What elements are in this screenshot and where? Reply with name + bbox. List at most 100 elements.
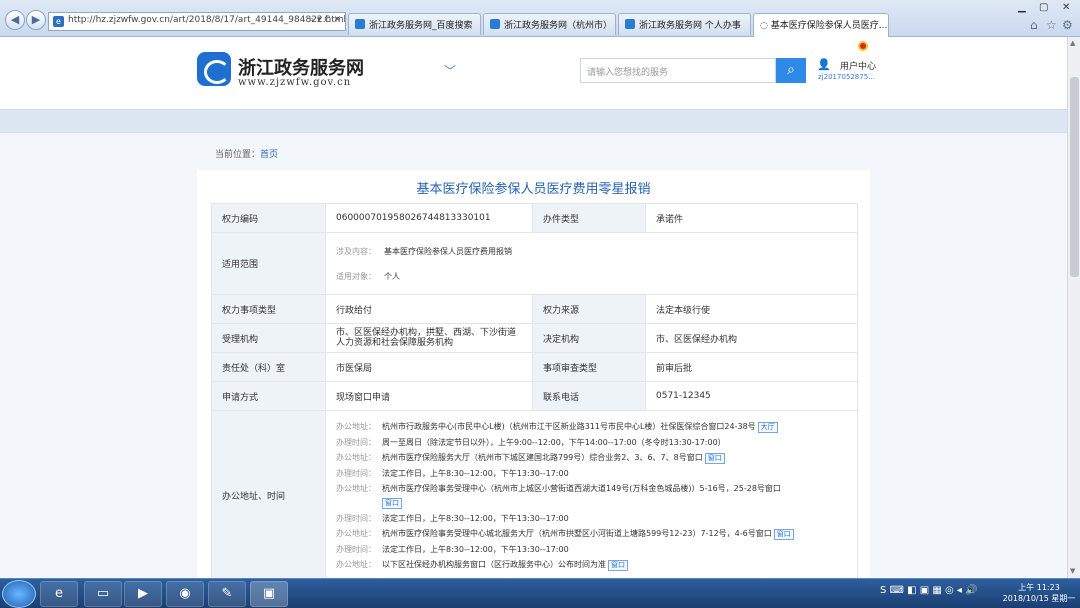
user-id[interactable]: zj2017052875… bbox=[818, 73, 875, 81]
table-row: 申请方式 现场窗口申请 联系电话 0571-12345 bbox=[211, 381, 858, 411]
clock[interactable]: 上午 11:23 2018/10/15 星期一 bbox=[1000, 582, 1078, 604]
office-map-button[interactable]: 窗口 bbox=[608, 560, 628, 571]
office-addr-key: 办公地址： bbox=[336, 560, 376, 569]
site-logo-icon[interactable] bbox=[197, 52, 231, 86]
cell-label: 联系电话 bbox=[532, 381, 646, 411]
office-addr-key: 办公地址： bbox=[336, 529, 376, 538]
office-time: 周一至周日（除法定节日以外），上午9:00--12:00，下午14:00--17… bbox=[382, 438, 726, 447]
tab-personal[interactable]: 浙江政务服务网 个人办事 bbox=[618, 13, 751, 35]
office-map-button[interactable]: 窗口 bbox=[773, 529, 794, 540]
nav-band bbox=[0, 109, 1067, 133]
tab-favicon-icon bbox=[490, 19, 500, 29]
table-row: 适用范围 涉及内容： 基本医疗保险参保人员医疗费用报销 适用对象： 个人 bbox=[211, 232, 858, 295]
address-bar[interactable]: e http://hz.zjzwfw.gov.cn/art/2018/8/17/a… bbox=[48, 12, 346, 31]
ie-taskbar-icon[interactable]: e bbox=[40, 581, 78, 607]
table-row: 权力编码 060000701958026744813330101 办件类型 承诺… bbox=[211, 203, 858, 233]
tool-taskbar-icon[interactable]: ✎ bbox=[208, 581, 246, 607]
cell-label: 权力来源 bbox=[532, 294, 646, 324]
clock-time: 上午 11:23 bbox=[1018, 583, 1060, 592]
search-button[interactable]: ⌕ bbox=[776, 58, 806, 83]
tab-favicon-icon bbox=[625, 19, 635, 29]
cell-label: 权力编码 bbox=[211, 203, 326, 233]
window-close-icon[interactable]: ✕ bbox=[1062, 2, 1070, 13]
back-icon[interactable]: ◀ bbox=[5, 10, 25, 30]
office-addr-key: 办公地址： bbox=[336, 422, 376, 431]
office-time-key: 办理时间： bbox=[336, 469, 376, 478]
breadcrumb-prefix: 当前位置： bbox=[215, 150, 261, 160]
browser-chrome: ◀ ▶ e http://hz.zjzwfw.gov.cn/art/2018/8/… bbox=[0, 0, 1080, 37]
forward-icon[interactable]: ▶ bbox=[26, 10, 46, 30]
scope-cell: 涉及内容： 基本医疗保险参保人员医疗费用报销 适用对象： 个人 bbox=[325, 232, 858, 295]
tab-hangzhou[interactable]: 浙江政务服务网（杭州市） bbox=[483, 13, 616, 35]
breadcrumb: 当前位置：首页 bbox=[215, 147, 278, 160]
office-address: 杭州市行政服务中心(市民中心L楼)（杭州市江干区新业路311号市民中心L楼）社保… bbox=[382, 422, 756, 431]
office-time: 法定工作日，上午8:30--12:00，下午13:30--17:00 bbox=[382, 545, 569, 554]
office-address: 杭州市医疗保险服务大厅（杭州市下城区建国北路799号）综合业务2、3、6、7、8… bbox=[382, 453, 703, 462]
cell-value: 市医保局 bbox=[325, 352, 533, 382]
table-row: 权力事项类型 行政给付 权力来源 法定本级行使 bbox=[211, 294, 858, 324]
office-map-button[interactable]: 窗口 bbox=[382, 498, 402, 509]
cell-label: 申请方式 bbox=[211, 381, 326, 411]
cell-value: 060000701958026744813330101 bbox=[325, 203, 533, 233]
tab-baidu[interactable]: 浙江政务服务网_百度搜索 bbox=[348, 13, 481, 35]
scope-target-key: 适用对象： bbox=[336, 271, 376, 281]
scroll-up-icon[interactable]: ▲ bbox=[1070, 39, 1075, 47]
system-tray[interactable]: S ⌨ ◧ ▣ ▦ ◎ ◂ 🔊 bbox=[880, 585, 978, 596]
scope-content-value: 基本医疗保险参保人员医疗费用报销 bbox=[384, 246, 512, 256]
home-icon[interactable]: ⌂ bbox=[1030, 18, 1038, 32]
cell-value: 法定本级行使 bbox=[645, 294, 858, 324]
office-map-button[interactable]: 大厅 bbox=[757, 422, 778, 433]
scrollbar-thumb[interactable] bbox=[1070, 77, 1079, 277]
detail-card: 基本医疗保险参保人员医疗费用零星报销 权力编码 0600007019580267… bbox=[197, 170, 870, 578]
loading-icon: ◌ bbox=[760, 21, 771, 31]
cell-label: 办公地址、时间 bbox=[211, 410, 326, 578]
cell-value: 承诺件 bbox=[645, 203, 858, 233]
cell-label: 办件类型 bbox=[532, 203, 646, 233]
tab-current[interactable]: ◌ 基本医疗保险参保人员医疗...✕ bbox=[753, 13, 889, 37]
office-addr-key: 办公地址： bbox=[336, 453, 376, 462]
cell-value: 现场窗口申请 bbox=[325, 381, 533, 411]
cell-label: 适用范围 bbox=[211, 232, 326, 295]
tab-favicon-icon bbox=[355, 19, 365, 29]
minimize-icon[interactable]: ▁ bbox=[1018, 2, 1026, 13]
taskbar: e ▭ ▶ ◉ ✎ ▣ S ⌨ ◧ ▣ ▦ ◎ ◂ 🔊 上午 11:23 201… bbox=[0, 578, 1080, 608]
table-row: 受理机构 市、区医保经办机构，拱墅、西湖、下沙街道人力资源和社会保障服务机构 决… bbox=[211, 323, 858, 353]
office-addr-key: 办公地址： bbox=[336, 484, 376, 493]
office-address: 杭州市医疗保险事务受理中心（杭州市上城区小营街道西湖大道149号(万科金色城品楼… bbox=[382, 484, 781, 493]
site-header: 浙江政务服务网 www.zjzwfw.gov.cn ﹀ 请输入您想找的服务 ⌕ … bbox=[0, 37, 1067, 109]
search-input[interactable]: 请输入您想找的服务 bbox=[580, 58, 776, 83]
office-time-key: 办理时间： bbox=[336, 514, 376, 523]
detail-table: 权力编码 060000701958026744813330101 办件类型 承诺… bbox=[211, 203, 858, 578]
table-row: 责任处（科）室 市医保局 事项审查类型 前审后批 bbox=[211, 352, 858, 382]
region-chevron-down-icon[interactable]: ﹀ bbox=[444, 62, 456, 79]
app-taskbar-icon[interactable]: ▣ bbox=[250, 581, 288, 607]
cell-value: 市、区医保经办机构，拱墅、西湖、下沙街道人力资源和社会保障服务机构 bbox=[325, 323, 533, 353]
chrome-taskbar-icon[interactable]: ◉ bbox=[166, 581, 204, 607]
cell-value: 行政给付 bbox=[325, 294, 533, 324]
settings-icon[interactable]: ⚙ bbox=[1062, 18, 1073, 32]
cell-label: 权力事项类型 bbox=[211, 294, 326, 324]
cell-value: 0571-12345 bbox=[645, 381, 858, 411]
user-center-link[interactable]: 用户中心 bbox=[840, 59, 876, 72]
user-icon[interactable]: 👤 bbox=[817, 58, 831, 71]
explorer-taskbar-icon[interactable]: ▭ bbox=[84, 581, 122, 607]
favorites-icon[interactable]: ☆ bbox=[1046, 18, 1057, 32]
scroll-down-icon[interactable]: ▼ bbox=[1070, 567, 1075, 575]
office-map-button[interactable]: 窗口 bbox=[704, 453, 725, 464]
breadcrumb-home[interactable]: 首页 bbox=[260, 150, 278, 160]
maximize-icon[interactable]: ▢ bbox=[1039, 2, 1048, 13]
start-button[interactable] bbox=[2, 580, 36, 608]
office-time-key: 办理时间： bbox=[336, 438, 376, 447]
national-emblem-icon bbox=[858, 41, 868, 51]
cell-value: 前审后批 bbox=[645, 352, 858, 382]
media-player-taskbar-icon[interactable]: ▶ bbox=[124, 581, 162, 607]
address-url: http://hz.zjzwfw.gov.cn/art/2018/8/17/ar… bbox=[68, 15, 346, 25]
page-viewport: 浙江政务服务网 www.zjzwfw.gov.cn ﹀ 请输入您想找的服务 ⌕ … bbox=[0, 37, 1067, 578]
clock-date: 2018/10/15 星期一 bbox=[1002, 594, 1076, 603]
address-controls[interactable]: ⌕ ▾ C ✕ bbox=[309, 15, 341, 25]
scope-content-key: 涉及内容： bbox=[336, 246, 376, 256]
cell-value: 市、区医保经办机构 bbox=[645, 323, 858, 353]
site-url: www.zjzwfw.gov.cn bbox=[238, 77, 352, 88]
cell-label: 事项审查类型 bbox=[532, 352, 646, 382]
vertical-scrollbar[interactable]: ▲ ▼ bbox=[1067, 37, 1080, 578]
